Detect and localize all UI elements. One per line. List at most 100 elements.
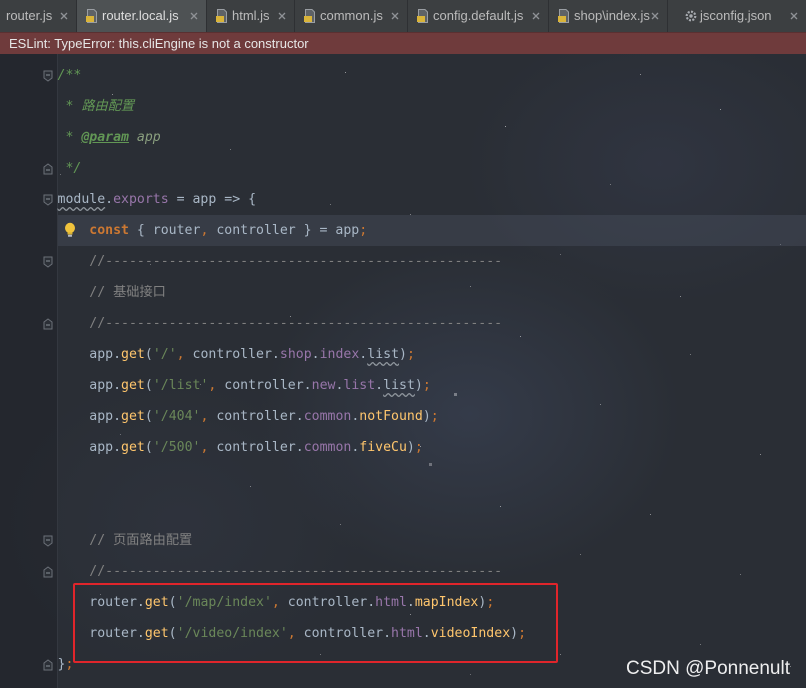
code-doc: * bbox=[57, 130, 82, 145]
code-property: common bbox=[303, 409, 352, 424]
code-line-content[interactable] bbox=[58, 463, 806, 494]
code-text: ( bbox=[144, 378, 153, 393]
tab-label: jsconfig.json bbox=[700, 8, 772, 23]
code-text: app. bbox=[57, 440, 122, 455]
code-line[interactable]: //--------------------------------------… bbox=[0, 308, 806, 339]
tab-label: config.default.js bbox=[433, 8, 524, 23]
code-text: ( bbox=[144, 409, 153, 424]
fold-end-icon[interactable] bbox=[43, 659, 53, 671]
code-line[interactable]: app.get('/404', controller.common.notFou… bbox=[0, 401, 806, 432]
code-line-content[interactable]: /** bbox=[58, 60, 806, 91]
code-warn: module bbox=[57, 192, 106, 207]
close-icon[interactable] bbox=[278, 12, 286, 20]
code-warn: list bbox=[367, 347, 400, 362]
fold-start-icon[interactable] bbox=[43, 194, 53, 206]
code-punct: ; bbox=[414, 440, 423, 455]
fold-end-icon[interactable] bbox=[43, 163, 53, 175]
close-icon[interactable] bbox=[532, 12, 540, 20]
lightbulb-icon[interactable] bbox=[64, 222, 76, 238]
code-line[interactable]: app.get('/', controller.shop.index.list)… bbox=[0, 339, 806, 370]
fold-start-icon[interactable] bbox=[43, 70, 53, 82]
code-function: get bbox=[121, 378, 145, 393]
code-doc: */ bbox=[57, 161, 82, 176]
code-text: app. bbox=[57, 409, 122, 424]
fold-start-icon[interactable] bbox=[43, 256, 53, 268]
close-icon[interactable] bbox=[60, 12, 68, 20]
code-doc: /** bbox=[57, 68, 82, 83]
code-string: '/' bbox=[152, 347, 177, 362]
js-file-icon bbox=[417, 9, 428, 23]
code-text: app. bbox=[57, 347, 122, 362]
code-property: index bbox=[319, 347, 360, 362]
code-function: get bbox=[121, 440, 145, 455]
code-line-content[interactable]: * 路由配置 bbox=[58, 91, 806, 122]
code-property: exports bbox=[113, 192, 169, 207]
tab-config-default-js[interactable]: config.default.js bbox=[408, 0, 549, 32]
close-icon[interactable] bbox=[790, 12, 798, 20]
code-text: ) bbox=[414, 378, 423, 393]
close-icon[interactable] bbox=[651, 12, 659, 20]
tab-html-js[interactable]: html.js bbox=[207, 0, 295, 32]
tab-shop-index-js[interactable]: shop\index.js bbox=[549, 0, 668, 32]
code-line[interactable] bbox=[0, 494, 806, 525]
code-line-content[interactable]: */ bbox=[58, 153, 806, 184]
code-line[interactable]: // 页面路由配置 bbox=[0, 525, 806, 556]
close-icon[interactable] bbox=[391, 12, 399, 20]
code-line-content[interactable]: app.get('/', controller.shop.index.list)… bbox=[58, 339, 806, 370]
code-comment: //--------------------------------------… bbox=[57, 254, 503, 269]
tab-common-js[interactable]: common.js bbox=[295, 0, 408, 32]
code-line[interactable]: app.get('/list', controller.new.list.lis… bbox=[0, 370, 806, 401]
code-line[interactable]: module.exports = app => { bbox=[0, 184, 806, 215]
code-comment: // 基础接口 bbox=[57, 285, 166, 300]
code-warn: list bbox=[383, 378, 415, 393]
code-line[interactable]: /** bbox=[0, 60, 806, 91]
code-line-content[interactable]: app.get('/list', controller.new.list.lis… bbox=[58, 370, 806, 401]
code-line-content[interactable]: * @param app bbox=[58, 122, 806, 153]
code-line-content[interactable]: //--------------------------------------… bbox=[58, 308, 806, 339]
code-text: ) bbox=[406, 440, 415, 455]
code-line-content[interactable]: //--------------------------------------… bbox=[58, 246, 806, 277]
code-line-content[interactable]: // 页面路由配置 bbox=[58, 525, 806, 556]
code-line-content[interactable]: app.get('/404', controller.common.notFou… bbox=[58, 401, 806, 432]
code-line[interactable]: //--------------------------------------… bbox=[0, 246, 806, 277]
code-text: . bbox=[105, 192, 114, 207]
code-text: controller. bbox=[208, 409, 304, 424]
code-text: . bbox=[311, 347, 320, 362]
code-text: ( bbox=[144, 440, 153, 455]
code-line[interactable]: // 基础接口 bbox=[0, 277, 806, 308]
code-line[interactable]: * @param app bbox=[0, 122, 806, 153]
code-comment: //--------------------------------------… bbox=[57, 564, 503, 579]
code-line[interactable]: const { router, controller } = app; bbox=[0, 215, 806, 246]
fold-start-icon[interactable] bbox=[43, 535, 53, 547]
code-function: fiveCu bbox=[359, 440, 407, 455]
code-line[interactable] bbox=[0, 463, 806, 494]
js-file-icon bbox=[216, 9, 227, 23]
fold-end-icon[interactable] bbox=[43, 566, 53, 578]
code-property: list bbox=[343, 378, 376, 393]
code-text: = app => { bbox=[168, 192, 257, 207]
tab-router-js[interactable]: router.js bbox=[0, 0, 77, 32]
tab-label: common.js bbox=[320, 8, 383, 23]
code-comment: //--------------------------------------… bbox=[57, 316, 503, 331]
tab-label: router.local.js bbox=[102, 8, 179, 23]
code-punct: ; bbox=[430, 409, 439, 424]
code-line[interactable]: */ bbox=[0, 153, 806, 184]
fold-end-icon[interactable] bbox=[43, 318, 53, 330]
tab-router-local-js[interactable]: router.local.js bbox=[77, 0, 207, 32]
tab-jsconfig-json[interactable]: jsconfig.json bbox=[668, 0, 806, 32]
code-line-content[interactable]: app.get('/500', controller.common.fiveCu… bbox=[58, 432, 806, 463]
close-icon[interactable] bbox=[190, 12, 198, 20]
code-line[interactable]: * 路由配置 bbox=[0, 91, 806, 122]
code-doctag: @param bbox=[81, 130, 129, 145]
code-line[interactable]: app.get('/500', controller.common.fiveCu… bbox=[0, 432, 806, 463]
code-line-content[interactable] bbox=[58, 494, 806, 525]
code-docvalue: app bbox=[128, 130, 161, 145]
code-property: common bbox=[303, 440, 352, 455]
code-line-content[interactable]: module.exports = app => { bbox=[58, 184, 806, 215]
code-text: ( bbox=[144, 347, 153, 362]
code-text: controller. bbox=[208, 440, 304, 455]
json-config-icon bbox=[685, 10, 697, 22]
code-line-content[interactable]: const { router, controller } = app; bbox=[57, 215, 806, 246]
code-punct: , bbox=[176, 347, 185, 362]
code-line-content[interactable]: // 基础接口 bbox=[58, 277, 806, 308]
